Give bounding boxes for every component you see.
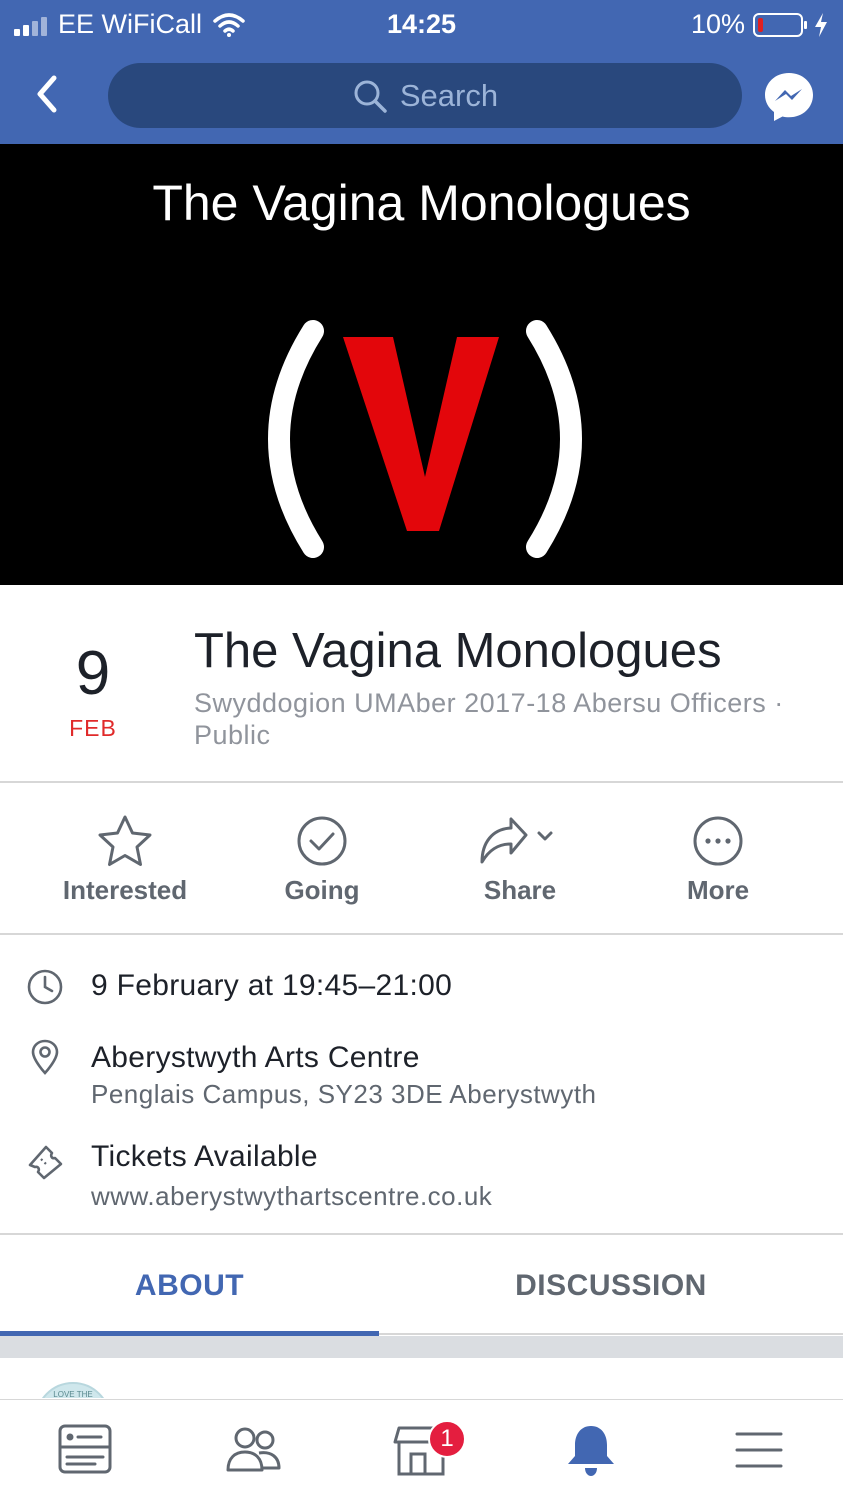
tab-discussion[interactable]: DISCUSSION — [379, 1237, 843, 1335]
status-bar: EE WiFiCall 14:25 10% — [0, 0, 843, 50]
battery-percent: 10% — [690, 9, 745, 39]
menu-icon — [735, 1432, 783, 1468]
friends-icon — [226, 1427, 281, 1472]
messenger-button[interactable] — [762, 70, 816, 124]
event-host-line[interactable]: Swyddogion UMAber 2017-18 Abersu Officer… — [194, 687, 804, 751]
event-actions: Interested Going Share More — [0, 785, 843, 935]
going-label: Going — [284, 875, 360, 905]
notifications-icon — [568, 1426, 614, 1476]
event-date-day: 9 — [75, 639, 111, 708]
event-date-month: FEB — [69, 715, 117, 741]
check-circle-icon — [297, 816, 347, 866]
share-button[interactable]: Share — [420, 813, 620, 913]
avatar[interactable]: LOVE THE — [35, 1382, 111, 1398]
bottom-navigation: 1 — [0, 1399, 843, 1499]
top-header: EE WiFiCall 14:25 10% Search — [0, 0, 843, 144]
avatar-text: LOVE THE — [53, 1390, 93, 1398]
search-placeholder: Search — [399, 77, 499, 113]
charging-bolt-icon — [815, 12, 827, 37]
nav-menu[interactable] — [729, 1420, 789, 1480]
search-input[interactable]: Search — [108, 63, 742, 128]
tab-about[interactable]: ABOUT — [0, 1237, 379, 1335]
nav-news-feed[interactable] — [55, 1420, 115, 1480]
ticket-icon — [28, 1145, 63, 1180]
event-tabs: ABOUT DISCUSSION — [0, 1237, 843, 1335]
clock-icon — [27, 969, 63, 1005]
back-button[interactable] — [28, 72, 68, 116]
feed-peek: LOVE THE — [0, 1358, 843, 1398]
event-header: 9 FEB The Vagina Monologues Swyddogion U… — [0, 585, 843, 783]
battery-info: 10% — [691, 9, 829, 40]
nav-row: Search — [0, 60, 843, 132]
search-icon — [354, 80, 387, 113]
location-name[interactable]: Aberystwyth Arts Centre — [91, 1041, 420, 1075]
location-pin-icon — [31, 1039, 59, 1075]
interested-label: Interested — [62, 875, 188, 905]
event-cover-photo[interactable]: The Vagina Monologues — [0, 144, 843, 585]
section-separator — [0, 1336, 843, 1358]
more-button[interactable]: More — [618, 813, 818, 913]
cover-title: The Vagina Monologues — [152, 175, 691, 231]
battery-icon — [753, 12, 807, 37]
tickets-label[interactable]: Tickets Available — [91, 1140, 318, 1174]
share-label: Share — [483, 875, 557, 905]
news-feed-icon — [58, 1424, 112, 1474]
going-button[interactable]: Going — [222, 813, 422, 913]
messenger-icon — [765, 73, 813, 121]
tickets-url[interactable]: www.aberystwythartscentre.co.uk — [91, 1181, 492, 1212]
interested-button[interactable]: Interested — [25, 813, 225, 913]
event-details: 9 February at 19:45–21:00 Aberystwyth Ar… — [0, 937, 843, 1235]
chevron-left-icon — [37, 75, 57, 113]
marketplace-badge: 1 — [428, 1420, 466, 1458]
location-address: Penglais Campus, SY23 3DE Aberystwyth — [91, 1079, 597, 1109]
nav-friends[interactable] — [223, 1420, 283, 1480]
nav-notifications[interactable] — [561, 1420, 621, 1480]
vm-logo-image — [268, 320, 582, 558]
tab-divider — [379, 1333, 843, 1335]
event-title: The Vagina Monologues — [194, 624, 722, 678]
more-icon — [693, 816, 743, 866]
event-time[interactable]: 9 February at 19:45–21:00 — [91, 969, 452, 1003]
share-icon — [480, 817, 553, 864]
star-icon — [98, 815, 152, 866]
more-label: More — [686, 875, 750, 905]
